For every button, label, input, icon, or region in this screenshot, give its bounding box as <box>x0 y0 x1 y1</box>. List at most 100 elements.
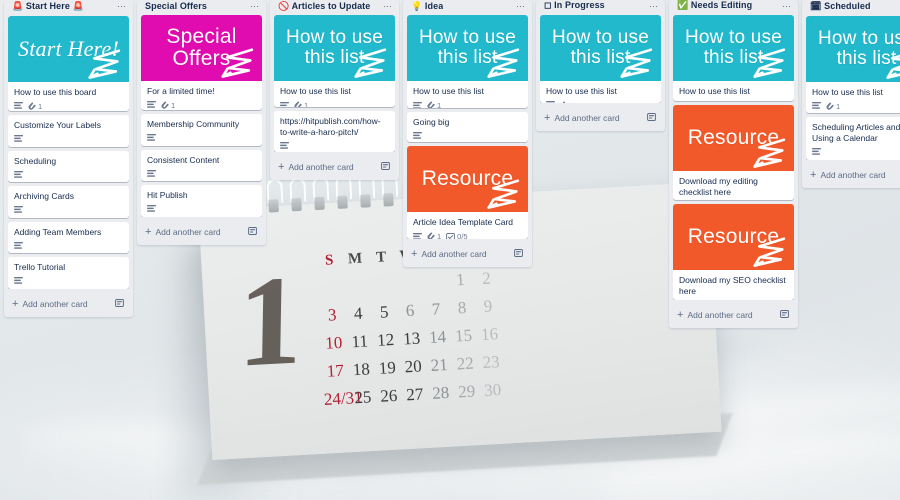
list-menu-ellipsis-icon[interactable]: ⋯ <box>114 2 127 11</box>
board-list: 🗓 Scheduled⋯How to use this listHow to u… <box>802 0 900 188</box>
add-another-card-button[interactable]: + Add another card <box>274 156 395 178</box>
list-menu-ellipsis-icon[interactable]: ⋯ <box>646 1 659 10</box>
card-badges: 1 <box>812 102 900 111</box>
card-body: Going big <box>407 112 528 143</box>
board-card[interactable]: Resource Article Idea Template Card 1 0/5 <box>407 146 528 239</box>
card-template-icon[interactable] <box>780 310 789 320</box>
card-cover-text: How to use this list <box>817 27 900 69</box>
list-title[interactable]: Special Offers <box>145 1 207 11</box>
card-title: Going big <box>413 116 450 127</box>
board-card[interactable]: Scheduling <box>8 150 129 183</box>
card-cover[interactable]: Resource <box>407 146 528 213</box>
card-badges <box>147 134 256 142</box>
list-title[interactable]: 🚨 Start Here 🚨 <box>12 1 84 12</box>
board-card[interactable]: Membership Community <box>141 114 262 146</box>
attachment-badge: 1 <box>560 101 574 103</box>
board-card[interactable]: Resource Download my editing checklist he… <box>673 104 794 201</box>
list-header: 🗓 Scheduled⋯ <box>806 0 900 16</box>
add-another-card-button[interactable]: + Add another card <box>8 293 129 315</box>
board-card[interactable]: How to use this listHow to use this list… <box>673 14 794 101</box>
card-template-icon[interactable] <box>514 249 523 259</box>
card-cover[interactable]: How to use this list <box>407 15 528 82</box>
card-body: How to use this list 1 <box>540 81 661 103</box>
add-card-label: Add another card <box>22 299 88 309</box>
add-another-card-button[interactable]: + Add another card <box>540 107 661 129</box>
card-cover[interactable]: How to use this list <box>540 14 661 81</box>
card-body: Trello Tutorial <box>8 257 129 289</box>
card-template-icon[interactable] <box>647 113 656 123</box>
description-icon <box>14 206 23 214</box>
board-card[interactable]: Resource Download my SEO checklist here2 <box>673 204 794 300</box>
card-cover[interactable]: Special Offers <box>141 14 262 81</box>
card-title: How to use this list <box>546 85 617 96</box>
list-cards: How to use this listHow to use this list… <box>274 15 395 152</box>
card-body: Customize Your Labels <box>8 115 129 147</box>
list-cards: How to use this listHow to use this list… <box>407 15 528 239</box>
add-card-label: Add another card <box>421 249 487 259</box>
plus-icon: + <box>278 161 285 173</box>
plus-icon: + <box>145 226 152 238</box>
card-template-icon[interactable] <box>248 227 257 237</box>
board-card[interactable]: How to use this listHow to use this list… <box>407 15 528 108</box>
plus-icon: + <box>411 248 418 260</box>
add-card-label: Add another card <box>288 162 354 172</box>
board-card[interactable]: How to use this listHow to use this list… <box>274 15 395 108</box>
description-icon <box>14 135 23 143</box>
board-card[interactable]: Archiving Cards <box>8 186 129 218</box>
card-title: Download my editing checklist here <box>679 175 758 197</box>
add-card-label: Add another card <box>687 310 753 320</box>
card-cover[interactable]: Resource <box>673 204 794 271</box>
list-title[interactable]: ◻ In Progress <box>544 0 605 11</box>
card-template-icon[interactable] <box>381 162 390 172</box>
list-menu-ellipsis-icon[interactable]: ⋯ <box>779 1 792 10</box>
board-card[interactable]: Special Offers For a limited time! 1 <box>141 14 262 111</box>
add-another-card-button[interactable]: + Add another card <box>141 221 262 243</box>
card-body: Scheduling <box>8 151 129 183</box>
board-card[interactable]: Start Here! How to use this board 1 <box>8 15 129 112</box>
board-card[interactable]: Trello Tutorial <box>8 257 129 289</box>
card-body: How to use this list 1 <box>274 81 395 108</box>
card-title: Membership Community <box>147 119 240 130</box>
list-title[interactable]: 🚫 Articles to Update <box>278 1 370 12</box>
list-header: ✅ Needs Editing ⋯ <box>673 0 794 15</box>
board-card[interactable]: Consistent Content <box>141 149 262 182</box>
list-title[interactable]: 💡 Idea <box>411 1 443 12</box>
card-cover[interactable]: Start Here! <box>8 15 129 82</box>
card-badges: 1 <box>147 101 256 110</box>
attachment-count: 1 <box>304 101 309 108</box>
description-icon <box>14 277 23 285</box>
add-another-card-button[interactable]: + Add another card <box>673 304 794 326</box>
list-cards: Start Here! How to use this board 1 Customi… <box>8 15 129 289</box>
list-cards: How to use this listHow to use this list… <box>806 15 900 160</box>
card-cover[interactable]: How to use this list <box>673 14 794 81</box>
board-card[interactable]: Customize Your Labels <box>8 115 129 147</box>
add-another-card-button[interactable]: + Add another card <box>806 164 900 186</box>
list-menu-ellipsis-icon[interactable]: ⋯ <box>380 2 393 11</box>
board-card[interactable]: How to use this listHow to use this list… <box>806 15 900 114</box>
card-cover[interactable]: How to use this list <box>806 15 900 82</box>
list-title[interactable]: 🗓 Scheduled <box>810 1 871 12</box>
list-menu-ellipsis-icon[interactable]: ⋯ <box>513 2 526 11</box>
board-card[interactable]: How to use this listHow to use this list… <box>540 14 661 103</box>
board-card[interactable]: Going big <box>407 111 528 143</box>
plus-icon: + <box>677 309 684 321</box>
list-title[interactable]: ✅ Needs Editing <box>677 0 752 11</box>
card-body: https://hitpublish.com/how-to-write-a-ha… <box>274 111 395 152</box>
attachment-badge: 1 <box>294 101 309 108</box>
card-cover[interactable]: How to use this list <box>274 15 395 82</box>
card-cover[interactable]: Resource <box>673 104 794 171</box>
card-badges <box>14 277 123 285</box>
add-another-card-button[interactable]: + Add another card <box>407 243 528 265</box>
card-cover-text: Special Offers <box>166 24 237 70</box>
board-card[interactable]: Adding Team Members <box>8 221 129 254</box>
list-menu-ellipsis-icon[interactable]: ⋯ <box>247 1 260 10</box>
card-template-icon[interactable] <box>115 299 124 309</box>
description-icon <box>14 241 23 250</box>
board-card[interactable]: Scheduling Articles and Using a Calendar <box>806 117 900 160</box>
board-card[interactable]: https://hitpublish.com/how-to-write-a-ha… <box>274 111 395 152</box>
card-body: Membership Community <box>141 114 262 146</box>
board-card[interactable]: Hit Publish <box>141 185 262 217</box>
description-icon <box>14 170 23 179</box>
add-card-label: Add another card <box>820 170 886 180</box>
attachment-count: 1 <box>570 101 574 103</box>
